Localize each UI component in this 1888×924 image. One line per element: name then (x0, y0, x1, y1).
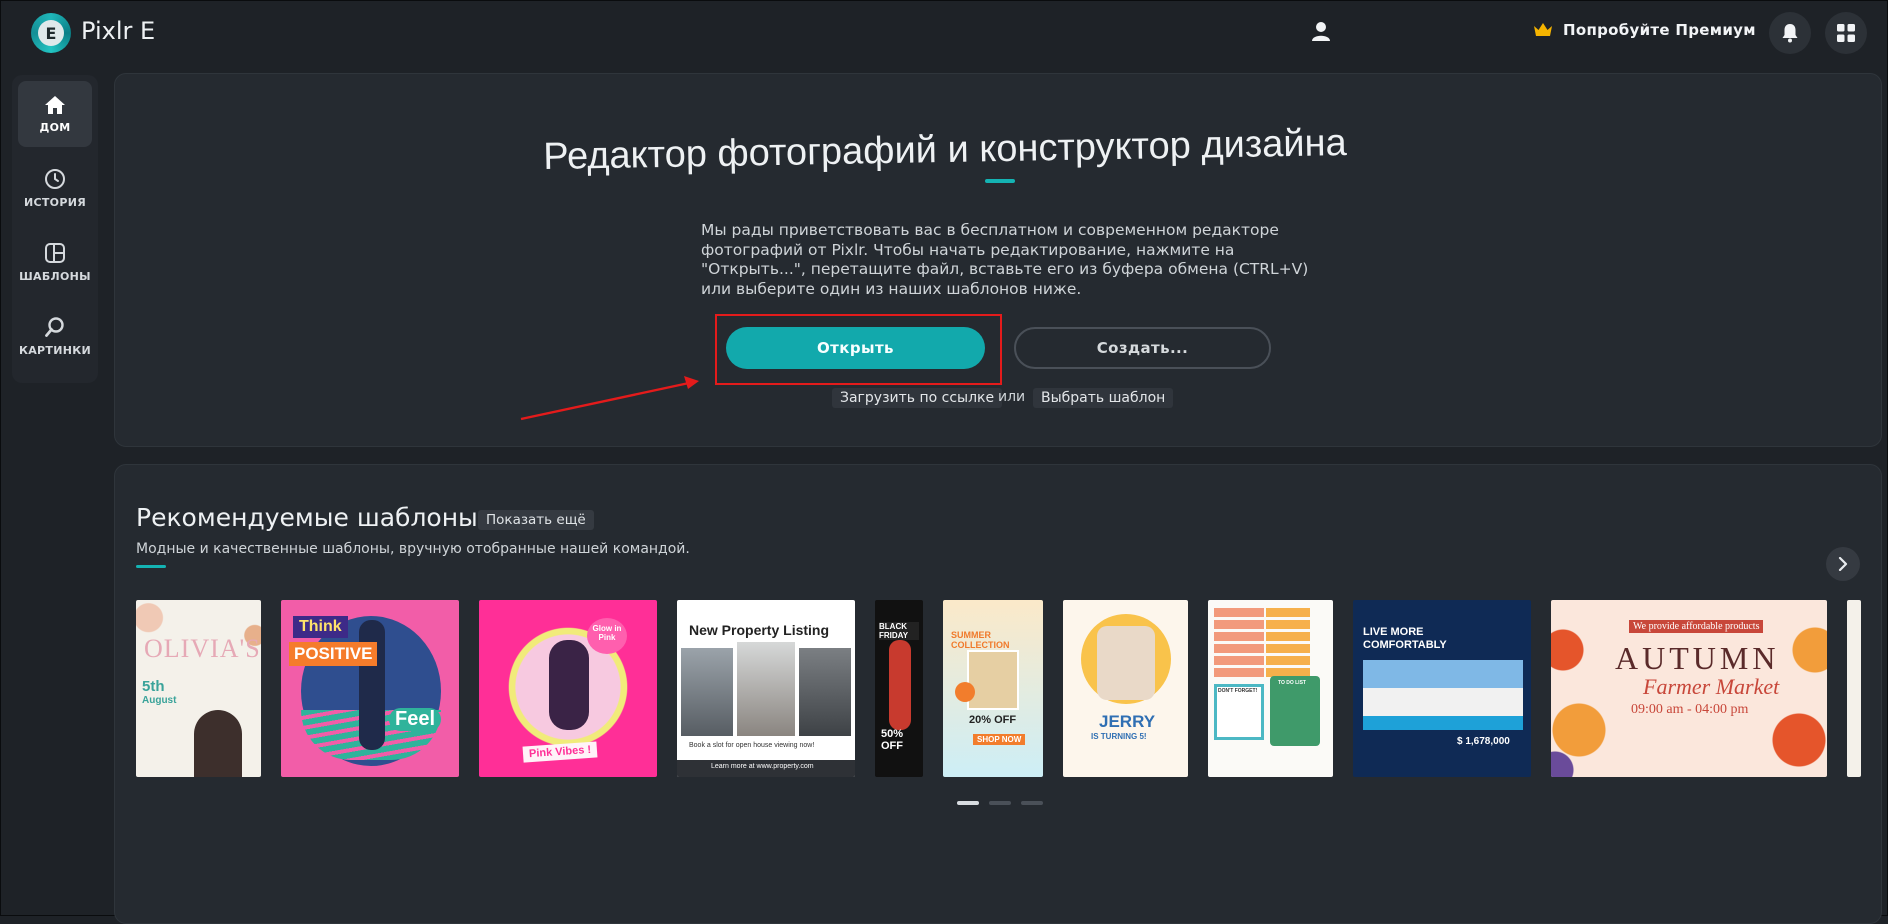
card-title: AUTUMN (1615, 640, 1780, 676)
card-text: 50% OFF (881, 728, 904, 752)
bell-icon (1782, 24, 1798, 43)
upload-by-link-button[interactable]: Загрузить по ссылке (832, 388, 1003, 408)
sidebar-item-label: ДОМ (39, 120, 71, 134)
pixlr-logo[interactable]: E (31, 13, 71, 53)
card-title: Think (293, 616, 348, 638)
card-text: IS TURNING 5! (1091, 732, 1147, 741)
template-card-pink-vibes[interactable]: Glow in Pink Pink Vibes ! (479, 600, 657, 777)
template-card-autumn-market[interactable]: We provide affordable products AUTUMN Fa… (1551, 600, 1827, 777)
sidebar-item-label: КАРТИНКИ (18, 343, 92, 357)
card-text: Farmer Market (1643, 674, 1780, 699)
choose-template-button[interactable]: Выбрать шаблон (1033, 388, 1174, 408)
template-card-partial[interactable] (1847, 600, 1861, 777)
user-icon[interactable] (1309, 19, 1333, 43)
card-text: Learn more at www.property.com (711, 763, 814, 770)
sidebar-item-label: ШАБЛОНЫ (19, 269, 91, 283)
sidebar-item-templates[interactable]: ШАБЛОНЫ (18, 229, 92, 295)
crown-icon (1534, 23, 1552, 36)
pagination-dot[interactable] (989, 801, 1011, 805)
template-card-black-friday[interactable]: BLACK FRIDAY 50% OFF (875, 600, 923, 777)
sidebar-item-home[interactable]: ДОМ (18, 81, 92, 147)
app-window: E Pixlr E Попробуйте Премиум ДОМ ИСТОРИЯ… (0, 0, 1888, 924)
card-text: SHOP NOW (973, 734, 1026, 745)
template-card-todo-list[interactable]: DON'T FORGET! TO DO LIST (1208, 600, 1333, 777)
card-text: $ 1,678,000 (1457, 736, 1510, 747)
card-title: LIVE MORE COMFORTABLY (1363, 626, 1447, 651)
card-text: Feel (389, 708, 442, 731)
card-title: New Property Listing (689, 622, 830, 638)
card-text: 20% OFF (969, 714, 1017, 726)
carousel-next-button[interactable] (1826, 547, 1860, 581)
template-card-property-listing[interactable]: New Property Listing Book a slot for ope… (677, 600, 855, 777)
card-text: We provide affordable products (1629, 620, 1764, 633)
card-title: TO DO LIST (1278, 680, 1306, 686)
card-title: SUMMER COLLECTION (951, 630, 1010, 650)
chevron-right-icon (1838, 557, 1848, 571)
create-button[interactable]: Создать... (1014, 327, 1271, 369)
search-icon (45, 316, 64, 337)
templates-subtitle: Модные и качественные шаблоны, вручную о… (136, 541, 690, 557)
or-label: или (998, 389, 1026, 405)
logo-letter: E (38, 20, 64, 46)
carousel-pagination (957, 801, 1043, 805)
card-title: JERRY (1099, 712, 1156, 731)
card-badge: Glow in Pink (587, 618, 627, 654)
sidebar-item-images[interactable]: КАРТИНКИ (18, 303, 92, 369)
template-card-summer-collection[interactable]: SUMMER COLLECTION 20% OFF SHOP NOW (943, 600, 1043, 777)
card-text: Book a slot for open house viewing now! (689, 742, 815, 749)
apps-button[interactable] (1825, 12, 1867, 54)
templates-icon (45, 242, 65, 263)
template-card-jerry-birthday[interactable]: JERRY IS TURNING 5! (1063, 600, 1188, 777)
sidebar-item-label: ИСТОРИЯ (24, 195, 86, 209)
template-card-real-estate[interactable]: LIVE MORE COMFORTABLY $ 1,678,000 (1353, 600, 1531, 777)
try-premium-button[interactable]: Попробуйте Премиум (1533, 21, 1756, 39)
card-title: BLACK FRIDAY (879, 622, 919, 640)
premium-label: Попробуйте Премиум (1563, 21, 1756, 39)
card-text: DON'T FORGET! (1218, 688, 1258, 694)
notifications-button[interactable] (1769, 12, 1811, 54)
sidebar: ДОМ ИСТОРИЯ ШАБЛОНЫ КАРТИНКИ (12, 75, 98, 383)
open-button[interactable]: Открыть (726, 327, 985, 369)
top-bar: E Pixlr E Попробуйте Премиум (1, 1, 1888, 65)
title-underline (985, 179, 1015, 183)
card-text: 09:00 am - 04:00 pm (1631, 702, 1749, 717)
card-text: POSITIVE (289, 642, 378, 666)
hero-description: Мы рады приветствовать вас в бесплатном … (701, 221, 1309, 298)
card-text: 5th (142, 678, 165, 695)
card-title: OLIVIA'S (144, 634, 261, 663)
template-card-think-positive[interactable]: Think POSITIVE Feel (281, 600, 459, 777)
show-more-button[interactable]: Показать ещё (478, 510, 594, 530)
apps-grid-icon (1837, 24, 1855, 42)
pagination-dot[interactable] (1021, 801, 1043, 805)
pagination-dot[interactable] (957, 801, 979, 805)
templates-underline (136, 565, 166, 568)
home-icon (45, 95, 65, 114)
card-text: August (142, 695, 177, 706)
app-title: Pixlr E (81, 17, 156, 45)
templates-title: Рекомендуемые шаблоны (136, 503, 478, 532)
template-card-birthday[interactable]: OLIVIA'S 5th August (136, 600, 261, 777)
